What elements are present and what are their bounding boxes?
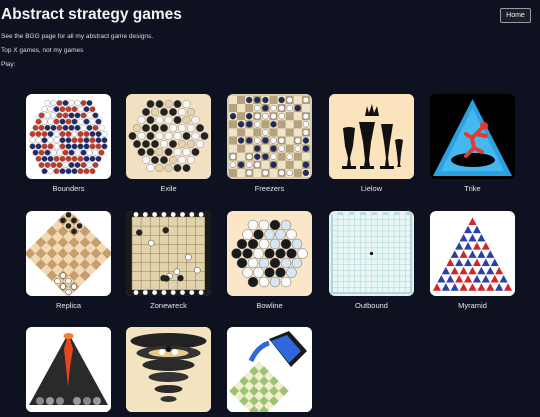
- vortex-icon[interactable]: [126, 327, 211, 412]
- game-name[interactable]: Myramid: [430, 301, 515, 310]
- freezers-board-icon[interactable]: [227, 94, 312, 179]
- lielow-icon[interactable]: [329, 94, 414, 179]
- game-card-myramid[interactable]: Myramid: [430, 211, 515, 310]
- game-card-replica[interactable]: Replica: [26, 211, 111, 310]
- home-button[interactable]: Home: [500, 8, 531, 23]
- replica-board-icon[interactable]: [26, 211, 111, 296]
- page-title: Abstract strategy games: [1, 6, 182, 23]
- game-name[interactable]: Lielow: [329, 184, 414, 193]
- bounders-board-icon[interactable]: [26, 94, 111, 179]
- game-name[interactable]: Freezers: [227, 184, 312, 193]
- game-card-volcano[interactable]: [26, 327, 111, 417]
- game-name[interactable]: Bounders: [26, 184, 111, 193]
- myramid-icon[interactable]: [430, 211, 515, 296]
- pouring-icon[interactable]: [227, 327, 312, 412]
- play-label: Play:: [1, 61, 16, 68]
- game-card-pouring[interactable]: [227, 327, 312, 417]
- game-name[interactable]: Outbound: [329, 301, 414, 310]
- game-card-vortex[interactable]: [126, 327, 211, 417]
- game-card-zonewreck[interactable]: Zonewreck: [126, 211, 211, 310]
- game-name[interactable]: Replica: [26, 301, 111, 310]
- game-card-freezers[interactable]: Freezers: [227, 94, 312, 193]
- outbound-board-icon[interactable]: [329, 211, 414, 296]
- top-games-text[interactable]: Top X games, not my games: [1, 47, 83, 54]
- game-card-bowline[interactable]: Bowline: [227, 211, 312, 310]
- game-card-bounders[interactable]: Bounders: [26, 94, 111, 193]
- volcano-icon[interactable]: [26, 327, 111, 412]
- game-card-exile[interactable]: Exile: [126, 94, 211, 193]
- game-card-trike[interactable]: Trike: [430, 94, 515, 193]
- game-card-lielow[interactable]: Lielow: [329, 94, 414, 193]
- game-name[interactable]: Trike: [430, 184, 515, 193]
- bgg-link-text[interactable]: See the BGG page for all my abstract gam…: [1, 33, 153, 40]
- bowline-board-icon[interactable]: [227, 211, 312, 296]
- game-name[interactable]: Zonewreck: [126, 301, 211, 310]
- game-name[interactable]: Bowline: [227, 301, 312, 310]
- game-card-outbound[interactable]: Outbound: [329, 211, 414, 310]
- zonewreck-board-icon[interactable]: [126, 211, 211, 296]
- trike-icon[interactable]: [430, 94, 515, 179]
- game-name[interactable]: Exile: [126, 184, 211, 193]
- exile-board-icon[interactable]: [126, 94, 211, 179]
